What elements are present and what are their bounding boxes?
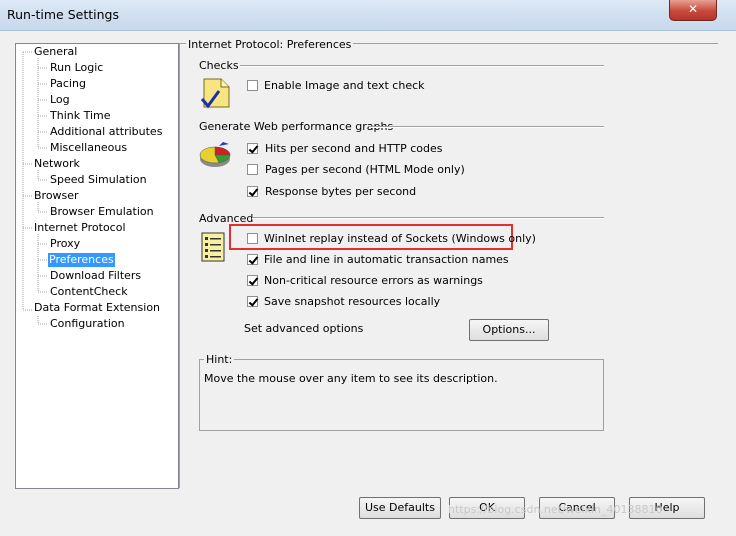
- use-defaults-button[interactable]: Use Defaults: [359, 497, 441, 519]
- wininet-replay-checkbox[interactable]: [247, 233, 258, 244]
- response-bytes-label[interactable]: Response bytes per second: [265, 185, 416, 198]
- save-snapshot-label[interactable]: Save snapshot resources locally: [264, 295, 440, 308]
- settings-tree[interactable]: General Run Logic Pacing Log Think Time …: [15, 43, 179, 489]
- tree-item-data-format-extension[interactable]: Data Format Extension: [34, 301, 160, 315]
- hits-per-second-label[interactable]: Hits per second and HTTP codes: [265, 142, 442, 155]
- checks-section-label: Checks: [199, 59, 239, 72]
- graphs-section-label: Generate Web performance graphs: [199, 120, 394, 133]
- pie-chart-icon: [199, 142, 231, 167]
- tree-item-download-filters[interactable]: Download Filters: [50, 269, 141, 283]
- response-bytes-checkbox[interactable]: [247, 186, 258, 197]
- save-snapshot-checkbox[interactable]: [247, 296, 258, 307]
- watermark-text: https://blog.csdn.net/weixin_40138810: [448, 503, 663, 516]
- graphs-separator: [369, 126, 604, 128]
- hint-text: Move the mouse over any item to see its …: [204, 372, 498, 385]
- enable-image-text-check-label[interactable]: Enable Image and text check: [264, 79, 425, 92]
- tree-item-miscellaneous[interactable]: Miscellaneous: [50, 141, 127, 155]
- tree-item-additional-attributes[interactable]: Additional attributes: [50, 125, 162, 139]
- hint-box: [199, 359, 604, 431]
- tree-item-speed-simulation[interactable]: Speed Simulation: [50, 173, 147, 187]
- hits-per-second-checkbox[interactable]: [247, 143, 258, 154]
- tree-item-pacing[interactable]: Pacing: [50, 77, 86, 91]
- pages-per-second-label[interactable]: Pages per second (HTML Mode only): [265, 163, 465, 176]
- wininet-replay-label[interactable]: WinInet replay instead of Sockets (Windo…: [264, 232, 536, 245]
- close-button[interactable]: ✕: [669, 0, 717, 21]
- advanced-separator: [252, 217, 604, 219]
- hint-label: Hint:: [204, 353, 235, 366]
- close-icon: ✕: [687, 2, 699, 16]
- pages-per-second-checkbox[interactable]: [247, 164, 258, 175]
- window-title: Run-time Settings: [7, 7, 119, 22]
- tree-item-preferences[interactable]: Preferences: [48, 253, 115, 267]
- document-check-icon: [200, 78, 230, 109]
- checks-separator: [240, 65, 604, 67]
- panel-header: Internet Protocol: Preferences: [186, 38, 354, 51]
- non-critical-errors-label[interactable]: Non-critical resource errors as warnings: [264, 274, 483, 287]
- enable-image-text-check-checkbox[interactable]: [247, 80, 258, 91]
- tree-item-run-logic[interactable]: Run Logic: [50, 61, 103, 75]
- tree-item-proxy[interactable]: Proxy: [50, 237, 80, 251]
- tree-item-browser[interactable]: Browser: [34, 189, 79, 203]
- file-and-line-checkbox[interactable]: [247, 254, 258, 265]
- tree-item-configuration[interactable]: Configuration: [50, 317, 125, 331]
- tree-item-browser-emulation[interactable]: Browser Emulation: [50, 205, 154, 219]
- non-critical-errors-checkbox[interactable]: [247, 275, 258, 286]
- tree-item-general[interactable]: General: [34, 45, 77, 59]
- set-advanced-options-label: Set advanced options: [244, 322, 364, 335]
- tree-item-think-time[interactable]: Think Time: [50, 109, 111, 123]
- tree-item-internet-protocol[interactable]: Internet Protocol: [34, 221, 126, 235]
- title-bar: Run-time Settings ✕: [0, 0, 736, 31]
- tree-item-contentcheck[interactable]: ContentCheck: [50, 285, 128, 299]
- settings-list-icon: [201, 232, 225, 262]
- options-button[interactable]: Options...: [469, 319, 549, 341]
- tree-item-network[interactable]: Network: [34, 157, 80, 171]
- tree-item-log[interactable]: Log: [50, 93, 70, 107]
- file-and-line-label[interactable]: File and line in automatic transaction n…: [264, 253, 509, 266]
